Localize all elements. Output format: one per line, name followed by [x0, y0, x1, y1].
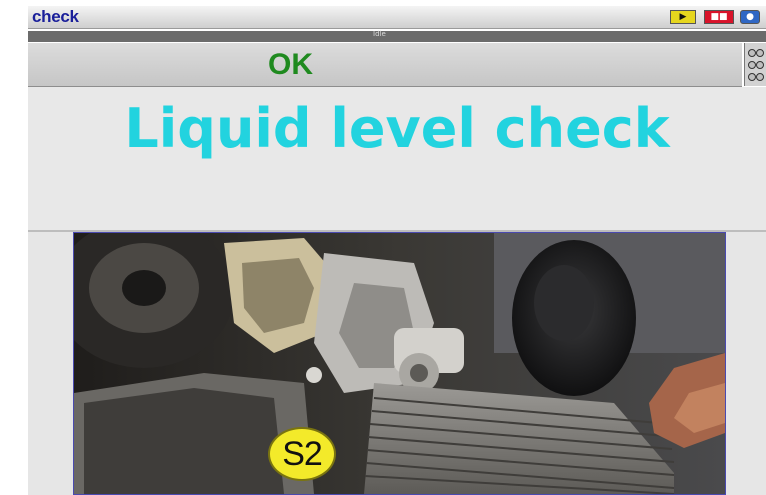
- title-bar: check ▶ ■■ ●: [28, 6, 766, 29]
- strip-label: Idle: [373, 30, 386, 38]
- status-bar: OK: [28, 43, 742, 87]
- indicator-dot-icon: [748, 61, 756, 69]
- side-widget[interactable]: [744, 43, 766, 86]
- step-marker-badge: S2: [268, 427, 336, 481]
- engine-photo: [74, 233, 725, 494]
- app-title: check: [32, 7, 79, 26]
- status-text: OK: [268, 48, 313, 81]
- step-marker-label: S2: [282, 435, 323, 473]
- info-icon: ●: [746, 12, 754, 22]
- indicator-dot-icon: [748, 73, 756, 81]
- play-button[interactable]: ▶: [670, 10, 696, 24]
- stop-icon: ■■: [710, 12, 728, 22]
- indicator-dot-icon: [756, 73, 764, 81]
- indicator-dot-icon: [756, 49, 764, 57]
- info-button[interactable]: ●: [740, 10, 760, 24]
- play-icon: ▶: [679, 12, 687, 22]
- step-header: Liquid level check: [28, 87, 766, 232]
- stop-button[interactable]: ■■: [704, 10, 734, 24]
- app-window: check ▶ ■■ ● Idle OK Liquid level check: [0, 0, 766, 495]
- step-photo: S2: [73, 232, 726, 495]
- indicator-dot-icon: [748, 49, 756, 57]
- step-heading: Liquid level check: [124, 97, 670, 160]
- indicator-dot-icon: [756, 61, 764, 69]
- separator-strip: Idle: [28, 30, 766, 42]
